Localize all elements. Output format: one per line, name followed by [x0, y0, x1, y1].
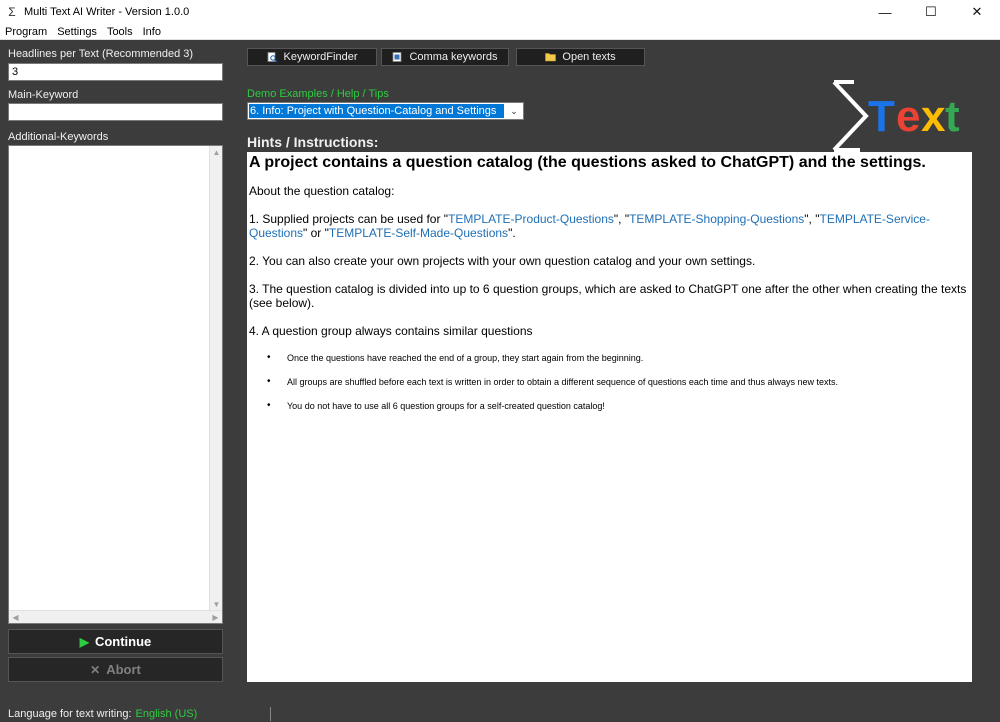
instructions-heading: A project contains a question catalog (t… — [249, 154, 926, 171]
title-bar: Σ Multi Text AI Writer - Version 1.0.0 —… — [0, 0, 1000, 24]
p1-text: 1. Supplied projects can be used for " — [249, 212, 449, 226]
demo-examples-label: Demo Examples / Help / Tips — [247, 88, 389, 100]
menu-bar: Program Settings Tools Info — [0, 24, 1000, 40]
additional-keywords-label: Additional-Keywords — [8, 131, 109, 143]
language-label: Language for text writing: — [8, 708, 132, 720]
keywordfinder-button[interactable]: KeywordFinder — [247, 48, 377, 66]
text-logo: T e x t — [830, 80, 970, 152]
logo-letter-x: x — [921, 92, 946, 141]
bullet-list: Once the questions have reached the end … — [267, 352, 970, 412]
demo-selected-value: 6. Info: Project with Question-Catalog a… — [249, 104, 504, 118]
paragraph-4: 4. A question group always contains simi… — [249, 324, 533, 338]
paragraph-1: 1. Supplied projects can be used for "TE… — [249, 212, 970, 240]
continue-button[interactable]: ▶ Continue — [8, 629, 223, 654]
list-item: You do not have to use all 6 question gr… — [267, 400, 970, 412]
demo-examples-select[interactable]: 6. Info: Project with Question-Catalog a… — [247, 102, 524, 120]
abort-label: Abort — [106, 662, 141, 677]
language-value: English (US) — [135, 708, 198, 720]
continue-label: Continue — [94, 634, 152, 649]
list-item: All groups are shuffled before each text… — [267, 376, 970, 388]
folder-icon — [545, 52, 557, 62]
maximize-button[interactable]: ☐ — [908, 0, 954, 24]
template-shopping-link[interactable]: TEMPLATE-Shopping-Questions — [629, 212, 804, 226]
template-self-made-link[interactable]: TEMPLATE-Self-Made-Questions — [329, 226, 508, 240]
window-title: Multi Text AI Writer - Version 1.0.0 — [24, 6, 190, 18]
menu-info[interactable]: Info — [138, 24, 166, 40]
headlines-label: Headlines per Text (Recommended 3) — [8, 48, 194, 60]
open-texts-button[interactable]: Open texts — [516, 48, 645, 66]
list-document-icon — [392, 52, 403, 62]
status-bar: Language for text writing: English (US) — [0, 706, 1000, 722]
scroll-up-icon[interactable]: ▲ — [210, 146, 223, 159]
close-x-icon: ✕ — [90, 662, 101, 677]
keywordfinder-label: KeywordFinder — [283, 51, 358, 63]
template-product-link[interactable]: TEMPLATE-Product-Questions — [448, 212, 614, 226]
main-keyword-input[interactable] — [8, 103, 223, 121]
play-icon: ▶ — [79, 634, 89, 649]
menu-settings[interactable]: Settings — [52, 24, 102, 40]
p1-text: ", " — [804, 212, 820, 226]
additional-keywords-textarea[interactable]: ▲ ▼ ◀ ▶ — [8, 145, 223, 624]
app-sigma-icon: Σ — [8, 5, 16, 19]
open-texts-label: Open texts — [562, 51, 616, 63]
horizontal-scrollbar[interactable]: ◀ ▶ — [9, 610, 222, 623]
chevron-down-icon[interactable]: ⌄ — [507, 104, 521, 118]
logo-letter-e: e — [896, 92, 921, 141]
about-catalog-text: About the question catalog: — [249, 184, 395, 198]
logo-letter-t: T — [868, 92, 895, 141]
scroll-right-icon[interactable]: ▶ — [209, 611, 222, 624]
p1-text: " or " — [303, 226, 329, 240]
headlines-input[interactable]: 3 — [8, 63, 223, 81]
main-keyword-label: Main-Keyword — [8, 89, 79, 101]
search-document-icon — [267, 52, 278, 63]
minimize-button[interactable]: — — [862, 0, 908, 24]
vertical-scrollbar[interactable]: ▲ ▼ — [209, 146, 222, 611]
comma-keywords-label: Comma keywords — [409, 51, 498, 63]
p1-text: ". — [508, 226, 516, 240]
paragraph-2: 2. You can also create your own projects… — [249, 254, 756, 268]
comma-keywords-button[interactable]: Comma keywords — [381, 48, 509, 66]
list-item: Once the questions have reached the end … — [267, 352, 970, 364]
menu-tools[interactable]: Tools — [102, 24, 138, 40]
scroll-left-icon[interactable]: ◀ — [9, 611, 22, 624]
instructions-panel: A project contains a question catalog (t… — [247, 152, 972, 682]
status-divider — [270, 707, 271, 721]
close-button[interactable]: ✕ — [954, 0, 1000, 24]
paragraph-3: 3. The question catalog is divided into … — [249, 282, 967, 310]
abort-button[interactable]: ✕ Abort — [8, 657, 223, 682]
logo-letter-t2: t — [945, 92, 960, 141]
hints-title: Hints / Instructions: — [247, 134, 379, 150]
p1-text: ", " — [613, 212, 630, 226]
menu-program[interactable]: Program — [0, 24, 52, 40]
